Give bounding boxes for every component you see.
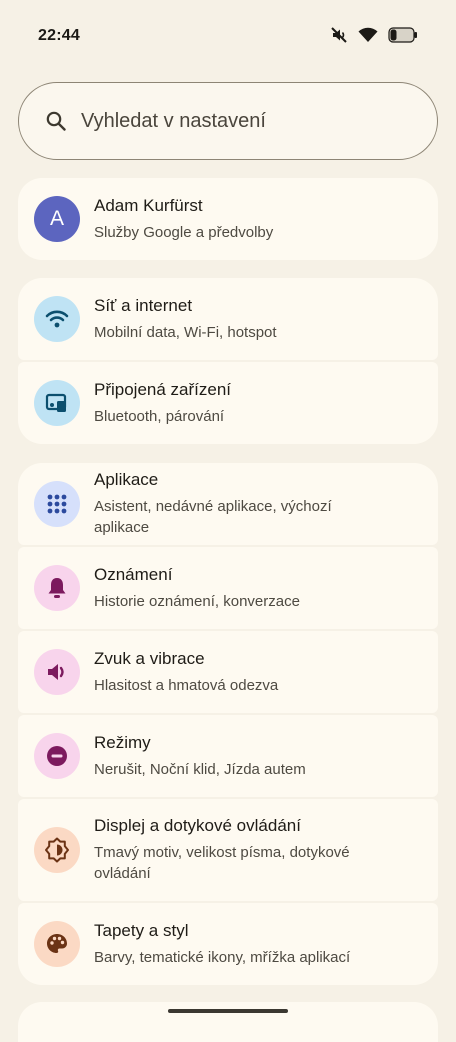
settings-item-title: Displej a dotykové ovládání [94,816,301,835]
settings-item-sound[interactable]: Zvuk a vibrace Hlasitost a hmatová odezv… [18,631,438,713]
settings-item-notifications[interactable]: Oznámení Historie oznámení, konverzace [18,547,438,629]
settings-item-connected-devices[interactable]: Připojená zařízení Bluetooth, párování [18,362,438,444]
settings-item-title: Tapety a styl [94,920,189,940]
settings-item-subtitle: Tmavý motiv, velikost písma, dotykové ov… [94,844,350,882]
avatar-letter: A [49,207,64,230]
status-bar: 22:44 [0,0,456,72]
battery-icon [388,27,418,48]
settings-item-subtitle: Bluetooth, párování [94,407,225,425]
main-settings-group: Aplikace Asistent, nedávné aplikace, výc… [18,463,438,985]
settings-item-display[interactable]: Displej a dotykové ovládání Tmavý motiv,… [18,799,438,901]
next-group-card[interactable] [18,1002,438,1042]
wifi-icon [34,296,80,342]
settings-item-subtitle: Hlasitost a hmatová odezva [94,676,279,694]
account-name: Adam Kurfürst [94,195,203,215]
account-row[interactable]: A Adam Kurfürst Služby Google a předvolb… [18,178,438,260]
settings-item-title: Režimy [94,732,151,752]
search-placeholder: Vyhledat v nastavení [81,109,266,132]
avatar: A [34,196,80,242]
settings-item-title: Připojená zařízení [94,379,232,399]
apps-grid-icon [34,481,80,527]
settings-item-title: Zvuk a vibrace [94,648,205,668]
settings-item-network[interactable]: Síť a internet Mobilní data, Wi-Fi, hots… [18,278,438,360]
settings-item-subtitle: Nerušit, Noční klid, Jízda autem [94,760,306,778]
palette-icon [34,921,80,967]
settings-item-wallpaper[interactable]: Tapety a styl Barvy, tematické ikony, mř… [18,903,438,985]
settings-item-title: Oznámení [94,564,173,584]
status-icons [330,26,418,49]
mute-vibrate-icon [330,26,348,49]
settings-search-bar[interactable]: Vyhledat v nastavení [18,82,438,160]
connected-devices-icon [34,380,80,426]
settings-item-subtitle: Historie oznámení, konverzace [94,592,300,610]
status-time: 22:44 [38,27,80,44]
settings-item-subtitle: Asistent, nedávné aplikace, výchozí apli… [94,498,332,536]
bell-icon [34,565,80,611]
brightness-icon [34,827,80,873]
settings-item-title: Aplikace [94,470,159,489]
do-not-disturb-icon [34,733,80,779]
connectivity-group: Síť a internet Mobilní data, Wi-Fi, hots… [18,278,438,444]
search-icon [45,110,67,132]
settings-item-modes[interactable]: Režimy Nerušit, Noční klid, Jízda autem [18,715,438,797]
settings-item-subtitle: Mobilní data, Wi-Fi, hotspot [94,323,277,341]
settings-item-subtitle: Barvy, tematické ikony, mřížka aplikací [94,948,351,966]
account-group: A Adam Kurfürst Služby Google a předvolb… [18,178,438,260]
settings-item-title: Síť a internet [94,295,193,315]
wifi-icon [358,27,378,48]
home-indicator[interactable] [168,1009,288,1013]
settings-item-apps[interactable]: Aplikace Asistent, nedávné aplikace, výc… [18,463,438,545]
account-subtitle: Služby Google a předvolby [94,223,274,241]
speaker-icon [34,649,80,695]
